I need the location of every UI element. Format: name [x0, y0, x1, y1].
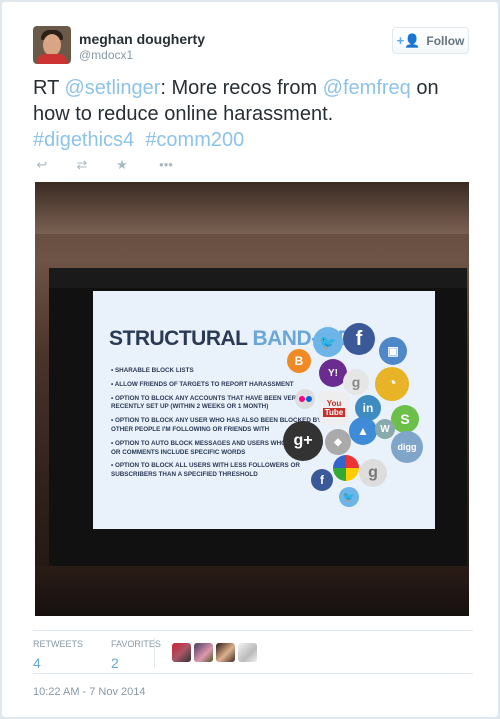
hashtag-comm200[interactable]: #comm200 — [145, 129, 244, 151]
avatar-face — [43, 34, 61, 56]
wordpress-icon: W — [375, 419, 395, 439]
photo-ceiling — [35, 182, 469, 234]
slide-title-part1: STRUCTURAL — [109, 327, 248, 350]
user-handle[interactable]: @mdocx1 — [79, 48, 133, 62]
screen-top-bar — [49, 268, 467, 288]
foursquare-icon: ▣ — [379, 337, 407, 365]
tweet-photo[interactable]: STRUCTURAL BAND-AIDS • Sharable block li… — [35, 182, 469, 616]
tweet-text: RT @setlinger: More recos from @femfreq … — [33, 75, 473, 153]
photo-foreground — [35, 566, 469, 616]
skype-icon: S — [391, 405, 419, 433]
social-icons-cluster: 🐦 f ▣ B Y! g ◔ You Tube in S g+ ◆ ▲ W dig… — [283, 309, 435, 524]
facebook-icon: f — [343, 323, 375, 355]
follow-icon: +👤 — [396, 32, 421, 48]
retweet-icon[interactable]: ⇄ — [73, 157, 91, 173]
tweet-actions: ↩ ⇄ ★ ••• — [33, 157, 179, 173]
favoriter-avatar[interactable] — [216, 643, 235, 662]
mention-femfreq[interactable]: @femfreq — [323, 77, 411, 99]
retweets-stat[interactable]: RETWEETS 4 — [33, 639, 83, 671]
hashtag-digethics4[interactable]: #digethics4 — [33, 129, 134, 151]
google-plus-icon: g+ — [283, 421, 323, 461]
twitter-small-icon: 🐦 — [339, 487, 359, 507]
digg-icon: digg — [391, 431, 423, 463]
google-icon: g — [343, 369, 369, 395]
favorite-icon[interactable]: ★ — [113, 157, 131, 173]
favoriter-avatars — [172, 643, 257, 662]
retweets-count: 4 — [33, 655, 41, 671]
more-icon[interactable]: ••• — [153, 157, 179, 173]
user-name[interactable]: meghan dougherty — [79, 31, 205, 47]
flickr-icon — [295, 389, 315, 409]
follow-label: Follow — [426, 33, 465, 48]
tweet-timestamp[interactable]: 10:22 AM - 7 Nov 2014 — [33, 686, 146, 698]
avatar[interactable] — [33, 26, 71, 64]
mention-setlinger[interactable]: @setlinger — [65, 77, 161, 99]
tweet-prefix: RT — [33, 77, 65, 99]
stats-separator — [154, 638, 155, 668]
rss-icon: ◔ — [375, 367, 409, 401]
youtube-icon: You Tube — [319, 391, 349, 425]
presentation-slide: STRUCTURAL BAND-AIDS • Sharable block li… — [93, 291, 435, 529]
divider — [33, 630, 473, 631]
favoriter-avatar[interactable] — [238, 643, 257, 662]
google-icon: g — [359, 459, 387, 487]
favoriter-avatar[interactable] — [194, 643, 213, 662]
delicious-icon: ▲ — [349, 417, 377, 445]
tweet-text-part1: : More recos from — [160, 77, 323, 99]
blogger-icon: B — [287, 349, 311, 373]
favoriter-avatar[interactable] — [172, 643, 191, 662]
delicious-icon: ◆ — [325, 429, 351, 455]
tweet-card: meghan dougherty @mdocx1 +👤 Follow RT @s… — [1, 1, 499, 718]
tweet-stats: RETWEETS 4 FAVORITES 2 — [33, 639, 161, 671]
follow-button[interactable]: +👤 Follow — [392, 27, 469, 54]
picasa-icon — [333, 455, 359, 481]
twitter-bird-icon: 🐦 — [313, 327, 343, 357]
avatar-shirt — [37, 54, 67, 64]
divider — [33, 673, 473, 674]
reply-icon[interactable]: ↩ — [33, 157, 51, 173]
facebook-small-icon: f — [311, 469, 333, 491]
retweets-label: RETWEETS — [33, 639, 84, 649]
